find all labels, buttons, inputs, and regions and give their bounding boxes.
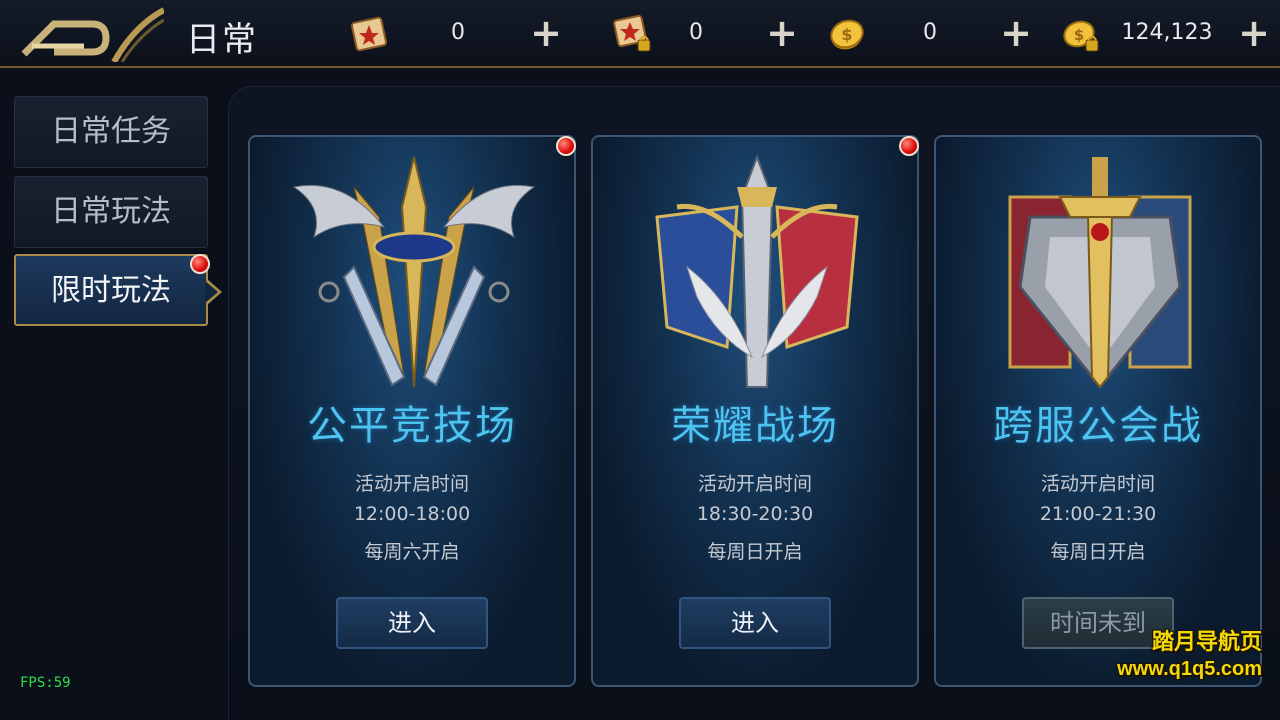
activity-time-range: 18:30-20:30 xyxy=(696,503,814,525)
activity-time-label: 活动开启时间 xyxy=(1040,473,1155,495)
back-arrow-icon xyxy=(21,7,166,64)
activity-title: 跨服公会战 xyxy=(993,403,1203,449)
sidebar-item-limited-gameplay[interactable]: 限时玩法 xyxy=(14,254,208,326)
add-currency-button[interactable]: + xyxy=(764,14,800,52)
currency-value: 0 xyxy=(451,20,465,45)
sidebar-item-daily-tasks[interactable]: 日常任务 xyxy=(14,96,208,168)
watermark-title: 踏月导航页 xyxy=(1151,629,1262,654)
currency-value: 0 xyxy=(689,20,703,45)
notification-dot xyxy=(899,136,919,156)
winged-sword-banner-emblem-icon xyxy=(655,154,859,388)
currency-value: 0 xyxy=(923,20,937,45)
enter-button[interactable]: 进入 xyxy=(679,597,831,649)
gold-coin-icon: $ xyxy=(830,19,864,50)
add-currency-button[interactable]: + xyxy=(1236,14,1272,52)
crossed-swords-trident-emblem-icon xyxy=(292,156,536,388)
activity-time-range: 12:00-18:00 xyxy=(353,503,471,525)
activity-card-fair-arena[interactable]: 公平竞技场 活动开启时间 12:00-18:00 每周六开启 进入 xyxy=(248,135,576,687)
gold-coin-locked-icon: $ xyxy=(1063,20,1099,52)
back-button[interactable] xyxy=(14,6,166,64)
activity-schedule: 每周日开启 xyxy=(1050,541,1146,563)
currency-slot-gold-locked: $ 124,123 + xyxy=(1060,12,1274,56)
activity-time-label: 活动开启时间 xyxy=(697,473,812,495)
notification-dot xyxy=(556,136,576,156)
guild-sword-shield-emblem-icon xyxy=(1008,157,1192,390)
activity-schedule: 每周日开启 xyxy=(707,541,803,563)
watermark-url: www.q1q5.com xyxy=(1117,658,1262,680)
currency-slot-gold: $ 0 + xyxy=(826,12,1046,56)
svg-text:$: $ xyxy=(841,25,852,44)
activity-time-label: 活动开启时间 xyxy=(354,473,469,495)
activity-card-cross-server-guild-war[interactable]: 跨服公会战 活动开启时间 21:00-21:30 每周日开启 时间未到 xyxy=(934,135,1262,687)
scroll-star-icon xyxy=(350,16,388,52)
fps-counter: FPS:59 xyxy=(20,675,71,691)
currency-slot-scroll-locked: 0 + xyxy=(612,12,812,56)
add-currency-button[interactable]: + xyxy=(998,14,1034,52)
top-bar: 日常 0 + 0 + $ 0 + $ 124,123 + xyxy=(0,0,1280,68)
active-tab-pointer-inner xyxy=(205,281,218,303)
enter-button[interactable]: 进入 xyxy=(336,597,488,649)
currency-slot-scroll: 0 + xyxy=(348,12,568,56)
activity-schedule: 每周六开启 xyxy=(364,541,460,563)
notification-dot xyxy=(190,254,210,274)
currency-value: 124,123 xyxy=(1121,20,1213,45)
sidebar-item-daily-gameplay[interactable]: 日常玩法 xyxy=(14,176,208,248)
activity-card-glory-battlefield[interactable]: 荣耀战场 活动开启时间 18:30-20:30 每周日开启 进入 xyxy=(591,135,919,687)
activity-title: 公平竞技场 xyxy=(307,403,517,449)
activity-time-range: 21:00-21:30 xyxy=(1039,503,1157,525)
activity-title: 荣耀战场 xyxy=(671,403,839,449)
page-title: 日常 xyxy=(186,20,258,60)
add-currency-button[interactable]: + xyxy=(528,14,564,52)
svg-text:$: $ xyxy=(1074,26,1084,44)
